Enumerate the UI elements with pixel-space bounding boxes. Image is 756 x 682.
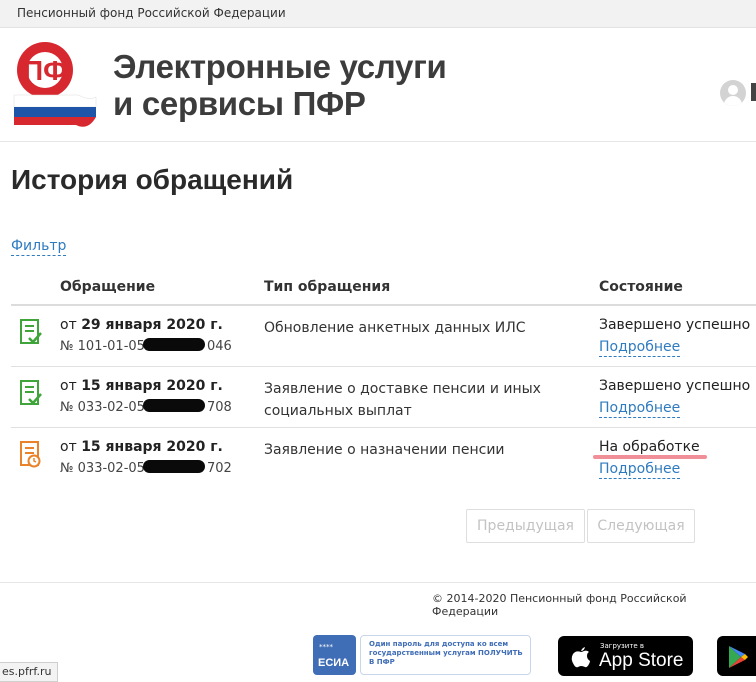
previous-page-button[interactable]: Предыдущая: [466, 509, 585, 543]
footer-divider: [0, 582, 756, 583]
request-type: Заявление о доставке пенсии и иных социа…: [264, 381, 541, 419]
redaction-mark: [143, 399, 205, 412]
svg-text:ПФ: ПФ: [23, 55, 67, 86]
column-header-request: Обращение: [60, 279, 156, 295]
request-type: Заявление о назначении пенсии: [264, 442, 505, 458]
apple-icon: [571, 647, 590, 668]
request-status: Завершено успешно: [599, 317, 751, 333]
site-header: ПФ Электронные услуги и сервисы ПФР: [0, 28, 756, 142]
browser-tab-title: Пенсионный фонд Российской Федерации: [17, 6, 286, 20]
request-type: Обновление анкетных данных ИЛС: [264, 320, 526, 336]
esia-badge[interactable]: **** ЕСИА: [313, 635, 356, 675]
document-clock-icon: [20, 441, 42, 473]
document-check-icon: [20, 380, 42, 412]
user-name-truncated[interactable]: [751, 83, 756, 101]
column-header-status: Состояние: [599, 279, 683, 295]
pfr-logo[interactable]: ПФ: [10, 41, 100, 135]
table-header: Обращение Тип обращения Состояние: [11, 270, 756, 306]
filter-link[interactable]: Фильтр: [11, 238, 67, 256]
app-store-badge[interactable]: Загрузите в App Store: [558, 636, 693, 676]
table-row: от 29 января 2020 г. № 101-01-05 046 Обно…: [11, 306, 756, 367]
user-avatar-icon[interactable]: [720, 80, 746, 106]
google-play-icon: [729, 646, 748, 668]
details-link[interactable]: Подробнее: [599, 400, 681, 418]
redaction-mark: [143, 460, 205, 473]
request-date: от 15 января 2020 г.: [60, 378, 223, 394]
table-row: от 15 января 2020 г. № 033-02-05 702 Заяв…: [11, 428, 756, 489]
highlight-underline: [593, 455, 707, 459]
request-date: от 15 января 2020 г.: [60, 439, 223, 455]
site-title: Электронные услуги и сервисы ПФР: [113, 48, 447, 122]
request-date: от 29 января 2020 г.: [60, 317, 223, 333]
google-play-badge[interactable]: [717, 636, 756, 676]
browser-title-bar: Пенсионный фонд Российской Федерации: [0, 0, 756, 28]
table-row: от 15 января 2020 г. № 033-02-05 708 Заяв…: [11, 367, 756, 428]
request-status: Завершено успешно: [599, 378, 751, 394]
redaction-mark: [143, 338, 205, 351]
request-status: На обработке: [599, 439, 700, 455]
document-check-icon: [20, 319, 42, 351]
requests-table: Обращение Тип обращения Состояние от 29 …: [11, 270, 756, 489]
details-link[interactable]: Подробнее: [599, 339, 681, 357]
column-header-type: Тип обращения: [264, 279, 391, 295]
status-bar-url: es.pfrf.ru: [0, 662, 59, 682]
esia-promo-link[interactable]: Один пароль для доступа ко всем государс…: [360, 635, 531, 675]
copyright-text: © 2014-2020 Пенсионный фонд Российской Ф…: [432, 592, 687, 618]
details-link[interactable]: Подробнее: [599, 461, 681, 479]
next-page-button[interactable]: Следующая: [587, 509, 695, 543]
page-title: История обращений: [11, 164, 294, 195]
